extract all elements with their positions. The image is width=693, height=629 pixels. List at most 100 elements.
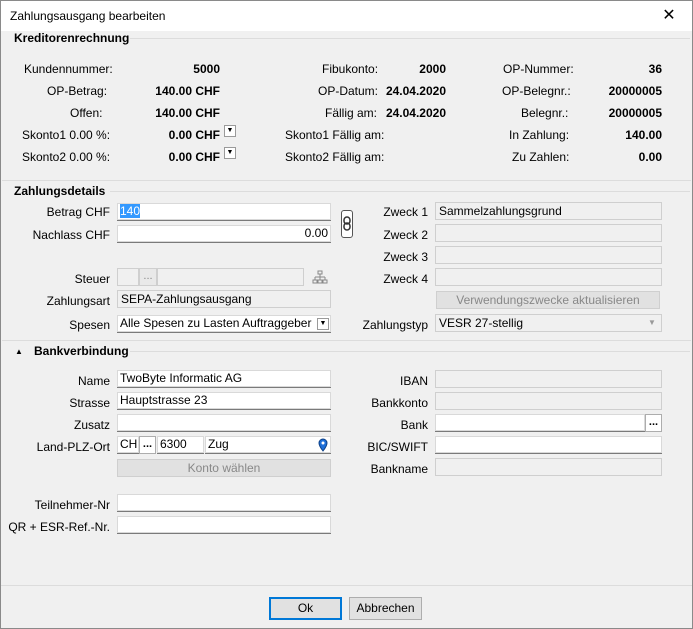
faellig-label: Fällig am: bbox=[325, 106, 378, 120]
op-betrag-value: 140.00 CHF bbox=[155, 84, 220, 98]
zweck2-label: Zweck 2 bbox=[383, 228, 428, 242]
konto-waehlen-button[interactable]: Konto wählen bbox=[117, 459, 331, 477]
zahlungsart-label: Zahlungsart bbox=[46, 294, 110, 308]
faellig-value: 24.04.2020 bbox=[385, 106, 446, 120]
divider bbox=[110, 191, 690, 192]
location-pin-icon[interactable] bbox=[317, 438, 329, 455]
close-icon[interactable]: ✕ bbox=[646, 1, 692, 31]
zweck1-label: Zweck 1 bbox=[383, 205, 428, 219]
spesen-dropdown-icon[interactable]: ▼ bbox=[317, 318, 329, 330]
zweck3-field[interactable] bbox=[435, 246, 662, 264]
bic-input[interactable] bbox=[435, 436, 662, 454]
skonto1-value: 0.00 CHF bbox=[168, 128, 220, 142]
op-datum-label: OP-Datum: bbox=[318, 84, 379, 98]
nachlass-label: Nachlass CHF bbox=[32, 228, 110, 242]
update-verwendungszwecke-button[interactable]: Verwendungszwecke aktualisieren bbox=[436, 291, 660, 309]
betrag-input[interactable]: 140 bbox=[117, 203, 331, 221]
divider bbox=[2, 340, 691, 341]
op-datum-value: 24.04.2020 bbox=[385, 84, 446, 98]
bankkonto-label: Bankkonto bbox=[371, 396, 428, 410]
section-zahlungsdetails: Zahlungsdetails bbox=[14, 184, 106, 198]
spesen-select[interactable]: Alle Spesen zu Lasten Auftraggeber bbox=[117, 315, 331, 333]
land-plz-ort-label: Land-PLZ-Ort bbox=[36, 440, 110, 454]
window-title: Zahlungsausgang bearbeiten bbox=[10, 9, 166, 23]
skonto1-label: Skonto1 0.00 %: bbox=[22, 128, 111, 142]
betrag-value: 140 bbox=[120, 204, 141, 218]
zahlungstyp-dropdown-icon[interactable]: ▼ bbox=[648, 318, 656, 327]
skonto2-label: Skonto2 0.00 %: bbox=[22, 150, 111, 164]
steuer-code-field[interactable] bbox=[117, 268, 139, 286]
zu-zahlen-label: Zu Zahlen: bbox=[512, 150, 570, 164]
op-belegnr-value: 20000005 bbox=[608, 84, 662, 98]
skonto2-dropdown-icon[interactable]: ▼ bbox=[224, 147, 236, 159]
steuer-label: Steuer bbox=[74, 272, 110, 286]
name-label: Name bbox=[77, 374, 110, 388]
plz-input[interactable]: 6300 bbox=[157, 436, 204, 454]
op-nummer-label: OP-Nummer: bbox=[503, 62, 574, 76]
kundennummer-value: 5000 bbox=[193, 62, 220, 76]
offen-label: Offen: bbox=[70, 106, 103, 120]
zahlungstyp-select[interactable]: VESR 27-stellig bbox=[435, 314, 662, 332]
hierarchy-icon[interactable] bbox=[311, 269, 329, 285]
zusatz-label: Zusatz bbox=[73, 418, 110, 432]
nachlass-input[interactable]: 0.00 bbox=[117, 225, 331, 243]
bankname-label: Bankname bbox=[370, 462, 428, 476]
name-input[interactable]: TwoByte Informatic AG bbox=[117, 370, 331, 388]
land-input[interactable]: CH bbox=[117, 436, 139, 454]
kundennummer-label: Kundennummer: bbox=[24, 62, 113, 76]
fibukonto-value: 2000 bbox=[419, 62, 446, 76]
land-browse-button[interactable]: ... bbox=[139, 436, 156, 454]
qr-esr-label: QR + ESR-Ref.-Nr. bbox=[8, 520, 110, 534]
strasse-input[interactable]: Hauptstrasse 23 bbox=[117, 392, 331, 410]
op-nummer-value: 36 bbox=[648, 62, 662, 76]
divider bbox=[130, 351, 690, 352]
zahlungsart-field: SEPA-Zahlungsausgang bbox=[117, 290, 331, 308]
in-zahlung-value: 140.00 bbox=[625, 128, 662, 142]
fibukonto-label: Fibukonto: bbox=[322, 62, 379, 76]
iban-label: IBAN bbox=[399, 374, 428, 388]
offen-value: 140.00 CHF bbox=[155, 106, 220, 120]
bic-label: BIC/SWIFT bbox=[367, 440, 428, 454]
zusatz-input[interactable] bbox=[117, 414, 331, 432]
qr-esr-input[interactable] bbox=[117, 516, 331, 534]
skonto2-value: 0.00 CHF bbox=[168, 150, 220, 164]
section-kreditorenrechnung: Kreditorenrechnung bbox=[14, 31, 130, 45]
strasse-label: Strasse bbox=[69, 396, 110, 410]
iban-field[interactable] bbox=[435, 370, 662, 388]
spesen-label: Spesen bbox=[69, 318, 110, 332]
bankname-field bbox=[435, 458, 662, 476]
divider bbox=[2, 180, 691, 181]
bank-label: Bank bbox=[400, 418, 428, 432]
skonto1-dropdown-icon[interactable]: ▼ bbox=[224, 125, 236, 137]
section-bankverbindung: Bankverbindung bbox=[34, 344, 129, 358]
ok-button[interactable]: Ok bbox=[269, 597, 342, 620]
cancel-button[interactable]: Abbrechen bbox=[349, 597, 422, 620]
zweck1-field[interactable]: Sammelzahlungsgrund bbox=[435, 202, 662, 220]
op-belegnr-label: OP-Belegnr.: bbox=[502, 84, 571, 98]
betrag-label: Betrag CHF bbox=[46, 205, 110, 219]
skonto2-faellig-label: Skonto2 Fällig am: bbox=[285, 150, 385, 164]
divider bbox=[130, 38, 690, 39]
bank-input[interactable] bbox=[435, 414, 645, 432]
zweck3-label: Zweck 3 bbox=[383, 250, 428, 264]
skonto1-faellig-label: Skonto1 Fällig am: bbox=[285, 128, 385, 142]
zweck4-label: Zweck 4 bbox=[383, 272, 428, 286]
steuer-browse-button[interactable]: ... bbox=[139, 268, 157, 286]
belegnr-value: 20000005 bbox=[608, 106, 662, 120]
collapse-caret-icon[interactable]: ▲ bbox=[15, 347, 23, 356]
zweck2-field[interactable] bbox=[435, 224, 662, 242]
button-bar bbox=[1, 585, 692, 628]
title-bar: Zahlungsausgang bearbeiten ✕ bbox=[1, 1, 692, 31]
in-zahlung-label: In Zahlung: bbox=[509, 128, 570, 142]
zu-zahlen-value: 0.00 bbox=[638, 150, 662, 164]
ort-input[interactable]: Zug bbox=[205, 436, 331, 454]
zweck4-field[interactable] bbox=[435, 268, 662, 286]
belegnr-label: Belegnr.: bbox=[521, 106, 569, 120]
teilnehmer-label: Teilnehmer-Nr bbox=[34, 498, 110, 512]
zahlungstyp-label: Zahlungstyp bbox=[362, 318, 428, 332]
bank-browse-button[interactable]: ... bbox=[645, 414, 662, 432]
teilnehmer-input[interactable] bbox=[117, 494, 331, 512]
link-icon[interactable] bbox=[341, 210, 353, 238]
op-betrag-label: OP-Betrag: bbox=[47, 84, 108, 98]
bankkonto-field[interactable] bbox=[435, 392, 662, 410]
